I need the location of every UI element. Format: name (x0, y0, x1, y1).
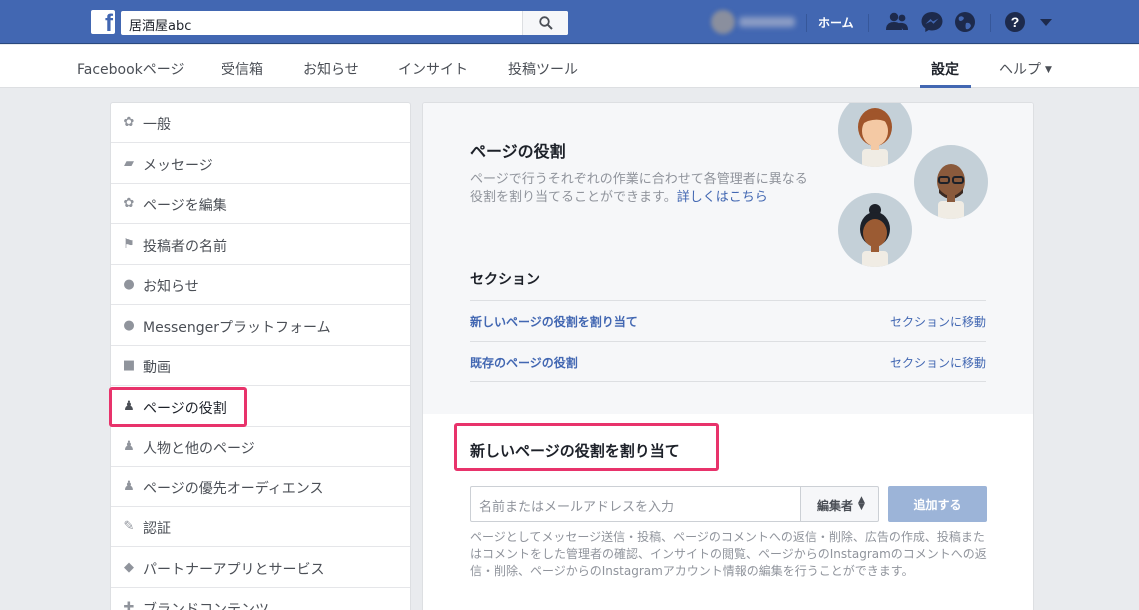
sidebar-item-label: Messengerプラットフォーム (143, 320, 331, 336)
page-roles-highlight (109, 387, 247, 427)
section-link-assign-role[interactable]: 新しいページの役割を割り当て (470, 313, 638, 330)
flag-icon: ⚑ (123, 237, 135, 252)
search-box[interactable]: 居酒屋abc (121, 11, 568, 35)
role-select[interactable]: 編集者 ▲ ▼ (800, 486, 879, 522)
notifications-globe-icon[interactable] (953, 11, 977, 33)
illustration-avatar (914, 145, 988, 219)
add-button-label: 追加する (913, 498, 962, 512)
sidebar-item-messages[interactable]: ▰ メッセージ (111, 144, 410, 184)
tab-insights[interactable]: インサイト (398, 59, 468, 79)
sidebar-item-label: メッセージ (143, 158, 213, 174)
learn-more-link[interactable]: 詳しくはこちら (677, 190, 768, 205)
page-roles-panel: ページの役割 ページで行うそれぞれの作業に合わせて各管理者に異なる役割を割り当て… (422, 102, 1034, 610)
sidebar-item-edit-page[interactable]: ✿ ページを編集 (111, 184, 410, 224)
home-link[interactable]: ホーム (818, 14, 854, 31)
chat-icon: ▰ (124, 156, 134, 171)
search-icon (539, 16, 553, 30)
sort-arrows-icon: ▲ ▼ (858, 495, 865, 512)
go-to-section-link[interactable]: セクションに移動 (890, 354, 986, 371)
tab-publishing-tools[interactable]: 投稿ツール (508, 59, 578, 79)
people-icon: ♟ (123, 479, 135, 494)
name-or-email-placeholder: 名前またはメールアドレスを入力 (479, 500, 675, 515)
sidebar-item-notifications[interactable]: ● お知らせ (111, 265, 410, 305)
name-or-email-input[interactable]: 名前またはメールアドレスを入力 (470, 486, 801, 522)
sidebar-item-label: ページの優先オーディエンス (143, 481, 324, 497)
people-icon: ♟ (123, 439, 135, 454)
sections-heading: セクション (470, 272, 540, 288)
sidebar-item-partner-apps[interactable]: ◆ パートナーアプリとサービス (111, 548, 410, 588)
divider (990, 14, 991, 32)
sidebar-item-label: ブランドコンテンツ (143, 602, 269, 610)
cube-icon: ◆ (124, 560, 134, 575)
tab-help-label: ヘルプ (999, 62, 1041, 78)
tab-settings[interactable]: 設定 (931, 59, 959, 79)
tab-inbox[interactable]: 受信箱 (221, 59, 263, 79)
account-menu-caret-icon[interactable] (1040, 19, 1052, 26)
handshake-icon: ✚ (123, 600, 135, 610)
section-row: 既存のページの役割 セクションに移動 (470, 341, 986, 382)
gear-icon: ✿ (123, 196, 135, 211)
video-icon: ■ (122, 358, 136, 373)
friend-requests-icon[interactable] (885, 11, 909, 33)
page-nav: Facebookページ 受信箱 お知らせ インサイト 投稿ツール 設定 ヘルプ ▼ (0, 45, 1139, 88)
role-description: ページとしてメッセージ送信・投稿、ページのコメントへの返信・削除、広告の作成、投… (470, 530, 987, 578)
section-link-existing-roles[interactable]: 既存のページの役割 (470, 354, 578, 371)
search-button[interactable] (522, 11, 568, 35)
sidebar-item-messenger-platform[interactable]: ● Messengerプラットフォーム (111, 306, 410, 346)
tab-facebook-page[interactable]: Facebookページ (77, 59, 185, 79)
active-tab-indicator (920, 85, 971, 88)
tab-notifications[interactable]: お知らせ (303, 59, 359, 79)
divider (806, 14, 807, 32)
person-illustration-icon (937, 164, 965, 219)
sidebar-item-people-and-other-pages[interactable]: ♟ 人物と他のページ (111, 427, 410, 467)
sidebar-item-branded-content[interactable]: ✚ ブランドコンテンツ (111, 588, 410, 610)
profile-link[interactable] (707, 8, 805, 36)
sidebar-item-posting-attribution[interactable]: ⚑ 投稿者の名前 (111, 225, 410, 265)
sidebar-item-label: 投稿者の名前 (143, 239, 227, 255)
chevron-down-icon: ▼ (1045, 65, 1052, 75)
role-select-value: 編集者 (817, 499, 854, 513)
messenger-icon: ● (123, 318, 135, 333)
facebook-logo-icon[interactable]: f (91, 10, 115, 34)
sidebar-item-label: 動画 (143, 360, 171, 376)
sidebar-item-label: ページを編集 (143, 198, 227, 214)
illustration-avatar (838, 193, 912, 267)
sidebar-item-authorizations[interactable]: ✎ 認証 (111, 507, 410, 547)
sidebar-item-label: パートナーアプリとサービス (143, 562, 325, 578)
sidebar-item-video[interactable]: ■ 動画 (111, 346, 410, 386)
profile-name-blurred (739, 17, 795, 27)
sidebar-item-general[interactable]: ✿ 一般 (111, 103, 410, 143)
avatar (711, 10, 735, 34)
go-to-section-link[interactable]: セクションに移動 (890, 313, 986, 330)
gear-icon: ✿ (123, 115, 135, 130)
page-title: ページの役割 (470, 142, 566, 161)
page-roles-intro: ページの役割 ページで行うそれぞれの作業に合わせて各管理者に異なる役割を割り当て… (423, 103, 1033, 414)
help-icon[interactable]: ? (1005, 12, 1025, 32)
sidebar-item-preferred-audience[interactable]: ♟ ページの優先オーディエンス (111, 467, 410, 507)
search-input[interactable]: 居酒屋abc (129, 15, 191, 34)
sidebar-item-label: 一般 (143, 117, 171, 133)
messenger-icon[interactable] (920, 11, 944, 33)
section-row: 新しいページの役割を割り当て セクションに移動 (470, 300, 986, 341)
settings-sidebar: ✿ 一般 ▰ メッセージ ✿ ページを編集 ⚑ 投稿者の名前 ● お知らせ ● … (110, 102, 411, 610)
tab-help[interactable]: ヘルプ ▼ (999, 59, 1052, 79)
top-bar: f 居酒屋abc ホーム ? (0, 0, 1139, 44)
sidebar-item-label: お知らせ (143, 279, 199, 295)
divider (868, 14, 869, 32)
person-illustration-icon (858, 108, 892, 167)
sidebar-item-label: 人物と他のページ (143, 441, 255, 457)
assign-role-highlight (454, 423, 719, 471)
wrench-icon: ✎ (123, 519, 135, 534)
sidebar-item-label: 認証 (143, 521, 171, 537)
globe-icon: ● (123, 277, 135, 292)
page-roles-description: ページで行うそれぞれの作業に合わせて各管理者に異なる役割を割り当てることができま… (470, 171, 815, 207)
person-illustration-icon (860, 204, 890, 267)
illustration-avatar (838, 103, 912, 167)
add-button[interactable]: 追加する (888, 486, 987, 522)
